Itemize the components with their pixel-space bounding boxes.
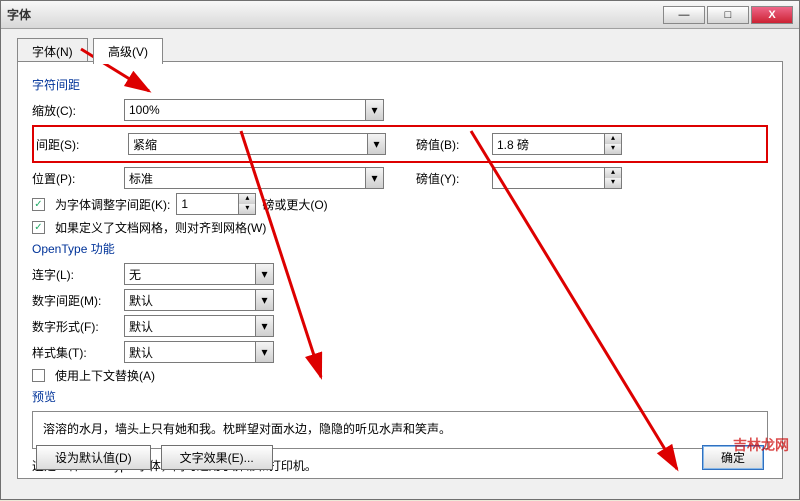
close-button[interactable]: X xyxy=(751,6,793,24)
font-dialog: 字体 — □ X 字体(N) 高级(V) 字符间距 缩放(C): 100% ▾ … xyxy=(0,0,800,500)
kerning-spinner[interactable]: 1 ▴ ▾ xyxy=(176,193,256,215)
numform-value: 默认 xyxy=(125,318,255,335)
dropdown-icon[interactable]: ▾ xyxy=(255,290,273,310)
numspacing-value: 默认 xyxy=(125,292,255,309)
group-char-spacing: 字符间距 xyxy=(32,76,768,93)
styleset-combo[interactable]: 默认 ▾ xyxy=(124,341,274,363)
ligatures-combo[interactable]: 无 ▾ xyxy=(124,263,274,285)
label-points-y: 磅值(Y): xyxy=(416,170,486,187)
label-kerning-unit: 磅或更大(O) xyxy=(262,196,327,213)
spacing-value: 紧缩 xyxy=(129,136,367,153)
client-area: 字体(N) 高级(V) 字符间距 缩放(C): 100% ▾ 间距(S): 紧缩… xyxy=(1,29,799,499)
numform-combo[interactable]: 默认 ▾ xyxy=(124,315,274,337)
spin-down-icon[interactable]: ▾ xyxy=(605,178,621,188)
points-y-spinner[interactable]: ▴ ▾ xyxy=(492,167,622,189)
minimize-button[interactable]: — xyxy=(663,6,705,24)
dropdown-icon[interactable]: ▾ xyxy=(255,264,273,284)
tab-panel-advanced: 字符间距 缩放(C): 100% ▾ 间距(S): 紧缩 ▾ 磅值(B): xyxy=(17,61,783,479)
label-kerning: 为字体调整字间距(K): xyxy=(55,196,170,213)
numspacing-combo[interactable]: 默认 ▾ xyxy=(124,289,274,311)
label-numspacing: 数字间距(M): xyxy=(32,292,118,309)
scale-combo[interactable]: 100% ▾ xyxy=(124,99,384,121)
label-spacing: 间距(S): xyxy=(36,136,122,153)
maximize-button[interactable]: □ xyxy=(707,6,749,24)
button-bar: 设为默认值(D) 文字效果(E)... 确定 xyxy=(36,445,764,470)
points-value: 1.8 磅 xyxy=(493,136,604,153)
ligatures-value: 无 xyxy=(125,266,255,283)
group-preview: 预览 xyxy=(32,388,768,405)
window-title: 字体 xyxy=(7,6,661,23)
group-opentype: OpenType 功能 xyxy=(32,240,768,257)
position-value: 标准 xyxy=(125,170,365,187)
preview-box: 溶溶的水月，墙头上只有她和我。枕畔望对面水边，隐隐的听见水声和笑声。 xyxy=(32,411,768,449)
position-combo[interactable]: 标准 ▾ xyxy=(124,167,384,189)
snapgrid-checkbox[interactable]: ✓ xyxy=(32,221,45,234)
preview-text: 溶溶的水月，墙头上只有她和我。枕畔望对面水边，隐隐的听见水声和笑声。 xyxy=(43,422,451,436)
label-scale: 缩放(C): xyxy=(32,102,118,119)
dropdown-icon[interactable]: ▾ xyxy=(365,100,383,120)
styleset-value: 默认 xyxy=(125,344,255,361)
kerning-value: 1 xyxy=(177,197,238,211)
spin-down-icon[interactable]: ▾ xyxy=(605,144,621,154)
points-spinner[interactable]: 1.8 磅 ▴ ▾ xyxy=(492,133,622,155)
label-snapgrid: 如果定义了文档网格，则对齐到网格(W) xyxy=(55,219,266,236)
dropdown-icon[interactable]: ▾ xyxy=(255,342,273,362)
contextalt-checkbox[interactable] xyxy=(32,369,45,382)
label-styleset: 样式集(T): xyxy=(32,344,118,361)
label-points: 磅值(B): xyxy=(416,136,486,153)
dropdown-icon[interactable]: ▾ xyxy=(367,134,385,154)
dropdown-icon[interactable]: ▾ xyxy=(365,168,383,188)
kerning-checkbox[interactable]: ✓ xyxy=(32,198,45,211)
scale-value: 100% xyxy=(125,103,365,117)
ok-button[interactable]: 确定 xyxy=(702,445,764,470)
label-numform: 数字形式(F): xyxy=(32,318,118,335)
dropdown-icon[interactable]: ▾ xyxy=(255,316,273,336)
label-ligatures: 连字(L): xyxy=(32,266,118,283)
spin-down-icon[interactable]: ▾ xyxy=(239,204,255,214)
titlebar: 字体 — □ X xyxy=(1,1,799,29)
label-position: 位置(P): xyxy=(32,170,118,187)
tab-advanced[interactable]: 高级(V) xyxy=(93,38,163,64)
text-effects-button[interactable]: 文字效果(E)... xyxy=(161,445,273,470)
spacing-combo[interactable]: 紧缩 ▾ xyxy=(128,133,386,155)
set-default-button[interactable]: 设为默认值(D) xyxy=(36,445,151,470)
label-contextalt: 使用上下文替换(A) xyxy=(55,367,155,384)
tabstrip: 字体(N) 高级(V) xyxy=(17,37,783,61)
highlight-box: 间距(S): 紧缩 ▾ 磅值(B): 1.8 磅 ▴ ▾ xyxy=(32,125,768,163)
